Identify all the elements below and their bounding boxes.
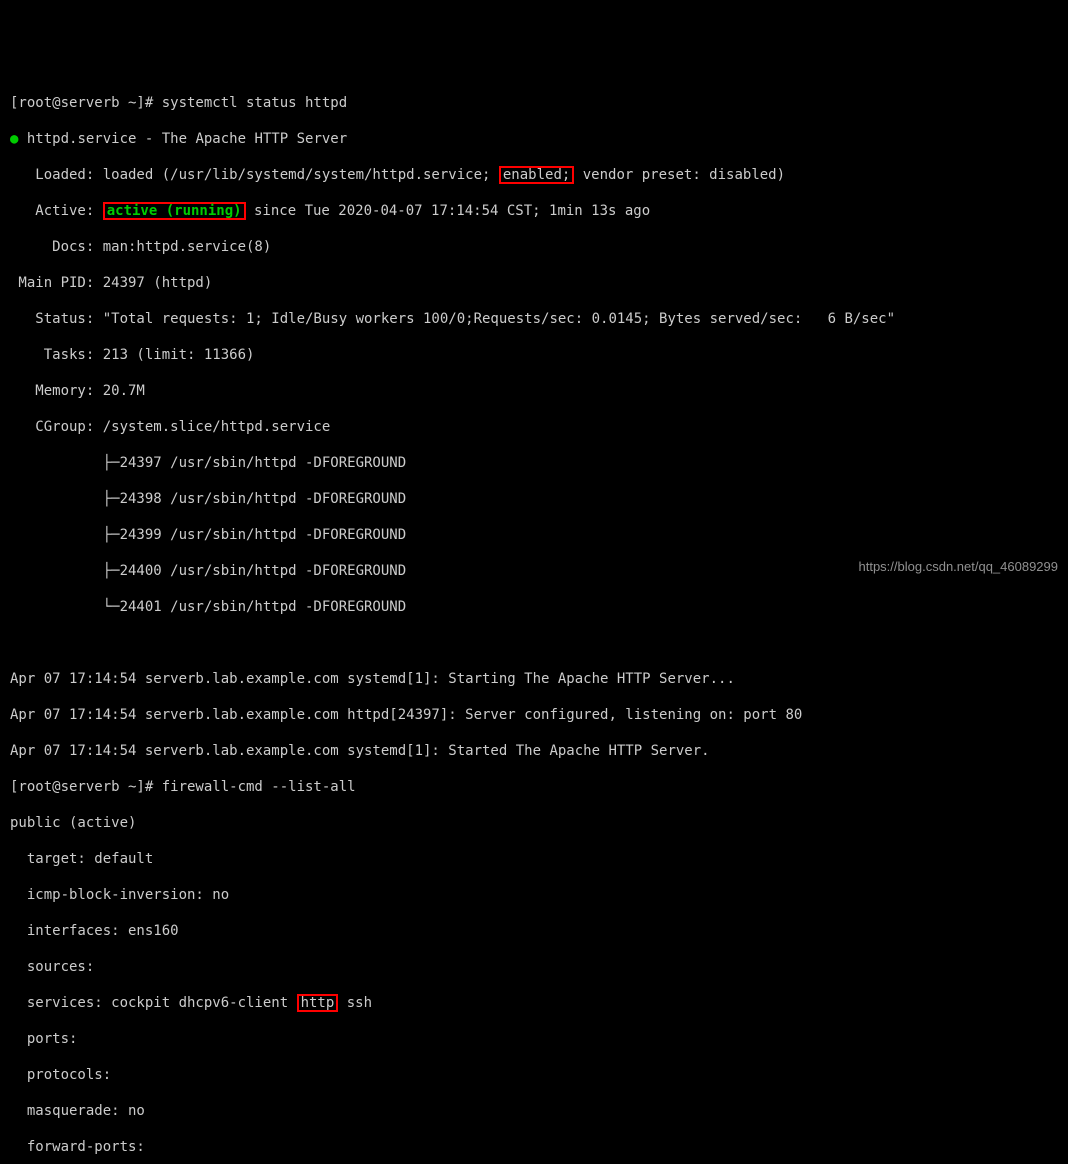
firewall-masquerade-line: masquerade: no bbox=[10, 1102, 1058, 1120]
active-post: since Tue 2020-04-07 17:14:54 CST; 1min … bbox=[246, 203, 651, 219]
loaded-pre: Loaded: loaded (/usr/lib/systemd/system/… bbox=[10, 167, 499, 183]
active-highlight: active (running) bbox=[103, 202, 246, 220]
loaded-line: Loaded: loaded (/usr/lib/systemd/system/… bbox=[10, 166, 1058, 184]
firewall-icmp-inv-line: icmp-block-inversion: no bbox=[10, 886, 1058, 904]
shell-prompt: [root@serverb ~]# bbox=[10, 95, 162, 111]
firewall-sources-line: sources: bbox=[10, 958, 1058, 976]
active-running-text: active (running) bbox=[107, 203, 242, 219]
tasks-line: Tasks: 213 (limit: 11366) bbox=[10, 346, 1058, 364]
terminal-output[interactable]: [root@serverb ~]# systemctl status httpd… bbox=[10, 76, 1058, 1164]
cgroup-proc-line: ├─24398 /usr/sbin/httpd -DFOREGROUND bbox=[10, 490, 1058, 508]
http-highlight: http bbox=[297, 994, 339, 1012]
services-pre: services: cockpit dhcpv6-client bbox=[10, 995, 297, 1011]
firewall-services-line: services: cockpit dhcpv6-client http ssh bbox=[10, 994, 1058, 1012]
journal-log-line: Apr 07 17:14:54 serverb.lab.example.com … bbox=[10, 742, 1058, 760]
firewall-target-line: target: default bbox=[10, 850, 1058, 868]
memory-line: Memory: 20.7M bbox=[10, 382, 1058, 400]
enabled-highlight: enabled; bbox=[499, 166, 574, 184]
prompt-line-1: [root@serverb ~]# systemctl status httpd bbox=[10, 94, 1058, 112]
prompt-line-2: [root@serverb ~]# firewall-cmd --list-al… bbox=[10, 778, 1058, 796]
journal-log-line: Apr 07 17:14:54 serverb.lab.example.com … bbox=[10, 706, 1058, 724]
firewall-protocols-line: protocols: bbox=[10, 1066, 1058, 1084]
active-line: Active: active (running) since Tue 2020-… bbox=[10, 202, 1058, 220]
cgroup-line: CGroup: /system.slice/httpd.service bbox=[10, 418, 1058, 436]
shell-prompt: [root@serverb ~]# bbox=[10, 779, 162, 795]
services-post: ssh bbox=[338, 995, 372, 1011]
status-line: Status: "Total requests: 1; Idle/Busy wo… bbox=[10, 310, 1058, 328]
cgroup-proc-line: └─24401 /usr/sbin/httpd -DFOREGROUND bbox=[10, 598, 1058, 616]
active-pre: Active: bbox=[10, 203, 103, 219]
cgroup-proc-line: ├─24397 /usr/sbin/httpd -DFOREGROUND bbox=[10, 454, 1058, 472]
loaded-post: vendor preset: disabled) bbox=[574, 167, 785, 183]
command-text: firewall-cmd --list-all bbox=[162, 779, 356, 795]
service-title-line: ● httpd.service - The Apache HTTP Server bbox=[10, 130, 1058, 148]
docs-line: Docs: man:httpd.service(8) bbox=[10, 238, 1058, 256]
firewall-forward-ports-line: forward-ports: bbox=[10, 1138, 1058, 1156]
command-text: systemctl status httpd bbox=[162, 95, 347, 111]
firewall-interfaces-line: interfaces: ens160 bbox=[10, 922, 1058, 940]
service-title: httpd.service - The Apache HTTP Server bbox=[18, 131, 347, 147]
journal-log-line: Apr 07 17:14:54 serverb.lab.example.com … bbox=[10, 670, 1058, 688]
firewall-zone-line: public (active) bbox=[10, 814, 1058, 832]
watermark-text: https://blog.csdn.net/qq_46089299 bbox=[859, 558, 1059, 576]
blank-line bbox=[10, 634, 1058, 652]
cgroup-proc-line: ├─24399 /usr/sbin/httpd -DFOREGROUND bbox=[10, 526, 1058, 544]
firewall-ports-line: ports: bbox=[10, 1030, 1058, 1048]
mainpid-line: Main PID: 24397 (httpd) bbox=[10, 274, 1058, 292]
